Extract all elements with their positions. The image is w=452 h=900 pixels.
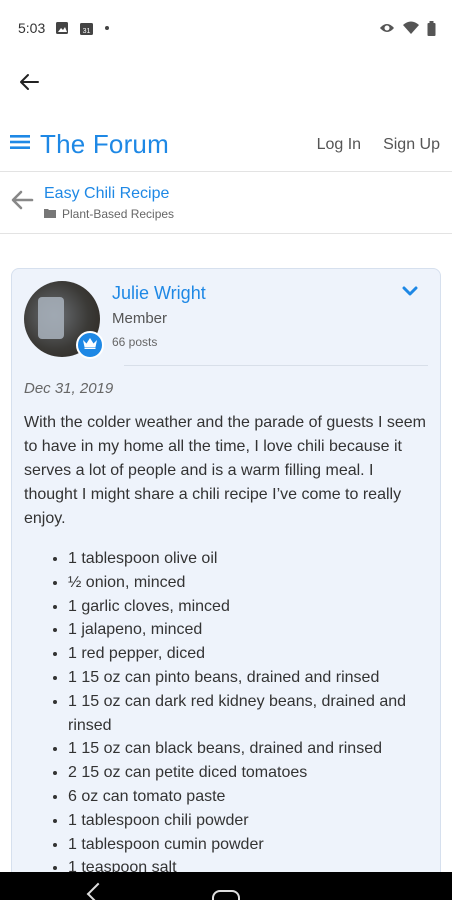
crown-icon <box>82 336 98 354</box>
ingredient-item: 6 oz can tomato paste <box>68 785 428 809</box>
avatar[interactable] <box>24 281 104 359</box>
post-date: Dec 31, 2019 <box>24 380 114 397</box>
author-row: Julie Wright Member 66 posts <box>24 269 428 365</box>
signup-link[interactable]: Sign Up <box>383 136 440 154</box>
ingredient-item: 1 tablespoon olive oil <box>68 547 428 571</box>
divider <box>124 365 428 366</box>
ingredient-item: 1 15 oz can dark red kidney beans, drain… <box>68 690 428 738</box>
forum-header: The Forum Log In Sign Up <box>0 118 452 172</box>
nav-back-icon[interactable] <box>86 882 110 900</box>
ingredient-item: ½ onion, minced <box>68 571 428 595</box>
author-role: Member <box>112 310 168 327</box>
post-body: With the colder weather and the parade o… <box>24 414 427 527</box>
author-post-count: 66 posts <box>112 335 158 349</box>
ingredient-item: 1 15 oz can black beans, drained and rin… <box>68 737 428 761</box>
dot-icon <box>104 25 110 31</box>
menu-icon[interactable] <box>10 134 30 155</box>
navigation-bar <box>0 872 452 900</box>
author-name[interactable]: Julie Wright <box>112 283 206 304</box>
eye-icon <box>379 22 395 34</box>
wifi-icon <box>403 21 419 35</box>
status-time: 5:03 <box>18 20 46 36</box>
post-card: Julie Wright Member 66 posts Dec 31, 201… <box>11 268 441 900</box>
ingredient-item: 1 garlic cloves, minced <box>68 595 428 619</box>
login-link[interactable]: Log In <box>317 136 361 154</box>
app-bar <box>0 58 452 110</box>
ingredient-item: 1 jalapeno, minced <box>68 618 428 642</box>
ingredients-list: 1 tablespoon olive oil½ onion, minced1 g… <box>24 547 428 880</box>
ingredient-item: 1 tablespoon chili powder <box>68 809 428 833</box>
nav-home-icon[interactable] <box>212 890 240 900</box>
forum-brand[interactable]: The Forum <box>10 129 169 160</box>
topic-category[interactable]: Plant-Based Recipes <box>62 207 174 221</box>
forum-title[interactable]: The Forum <box>40 129 169 160</box>
avatar-photo <box>38 297 64 339</box>
status-bar: 5:03 31 <box>0 0 452 56</box>
topic-bar: Easy Chili Recipe Plant-Based Recipes <box>0 172 452 234</box>
topic-back-arrow-icon[interactable] <box>10 189 34 216</box>
svg-text:31: 31 <box>83 28 91 35</box>
topic-title[interactable]: Easy Chili Recipe <box>44 185 174 203</box>
battery-icon <box>427 20 436 36</box>
ingredient-item: 1 15 oz can pinto beans, drained and rin… <box>68 666 428 690</box>
crown-badge <box>76 331 104 359</box>
ingredient-item: 1 red pepper, diced <box>68 642 428 666</box>
image-icon <box>55 21 69 35</box>
chevron-down-icon[interactable] <box>402 283 418 301</box>
back-arrow-icon[interactable] <box>18 71 40 98</box>
folder-icon <box>44 207 56 221</box>
calendar-icon: 31 <box>79 21 94 36</box>
ingredient-item: 1 tablespoon cumin powder <box>68 833 428 857</box>
ingredient-item: 2 15 oz can petite diced tomatoes <box>68 761 428 785</box>
